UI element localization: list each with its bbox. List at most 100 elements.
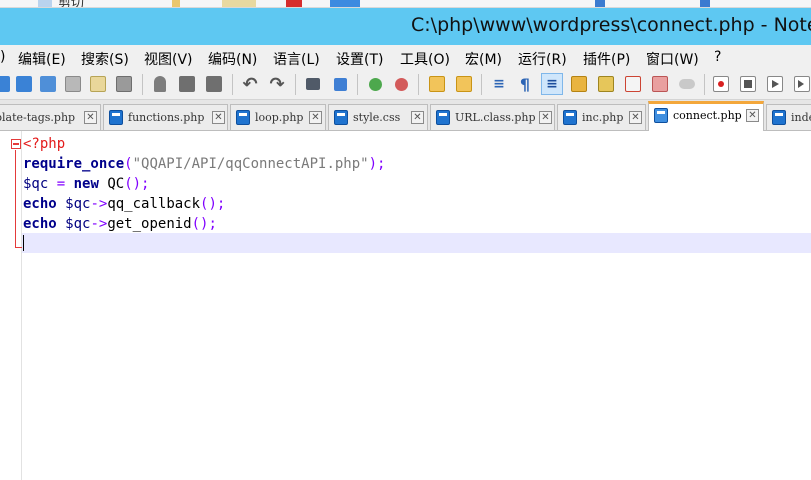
tab-label: plate-tags.php — [0, 111, 76, 124]
find-icon[interactable] — [302, 73, 324, 95]
menu-settings[interactable]: 设置(T) — [336, 49, 383, 69]
top-strip-label: 剪切 — [58, 0, 85, 8]
close-icon[interactable] — [87, 73, 109, 95]
tab-label: inc.php — [582, 111, 624, 124]
tab-functions[interactable]: functions.php ✕ — [103, 104, 228, 130]
cut-icon[interactable] — [149, 73, 171, 95]
tab-url-class[interactable]: URL.class.php ✕ — [430, 104, 555, 130]
code-line[interactable]: echo $qc->get_openid(); — [23, 214, 385, 234]
top-strip: 剪切 — [0, 0, 811, 8]
menu-language[interactable]: 语言(L) — [273, 49, 320, 69]
sync-vertical-icon[interactable] — [426, 73, 448, 95]
code-token: -> — [90, 216, 108, 232]
file-icon — [334, 110, 348, 125]
save-all-icon[interactable] — [62, 73, 84, 95]
show-all-chars-icon[interactable]: ¶ — [514, 73, 536, 95]
function-list-icon[interactable] — [622, 73, 644, 95]
zoom-in-icon[interactable] — [364, 73, 386, 95]
file-icon — [109, 110, 123, 125]
menu-help[interactable]: ? — [714, 49, 721, 65]
tab-index[interactable]: inde — [766, 104, 811, 130]
menu-view[interactable]: 视图(V) — [144, 49, 193, 69]
close-icon[interactable]: ✕ — [84, 111, 97, 124]
cut-icon — [38, 0, 52, 7]
menu-window[interactable]: 窗口(W) — [646, 49, 699, 69]
menu-search[interactable]: 搜索(S) — [81, 49, 129, 69]
code-line[interactable]: require_once("QQAPI/API/qqConnectAPI.php… — [23, 154, 385, 174]
tab-plate-tags[interactable]: plate-tags.php ✕ — [0, 104, 101, 130]
tab-style[interactable]: style.css ✕ — [328, 104, 428, 130]
monitoring-icon[interactable] — [676, 73, 698, 95]
copy-icon[interactable] — [176, 73, 198, 95]
open-icon[interactable] — [13, 73, 35, 95]
close-icon[interactable]: ✕ — [309, 111, 322, 124]
menu-macro[interactable]: 宏(M) — [465, 49, 502, 69]
document-map-icon[interactable] — [595, 73, 617, 95]
menu-edit[interactable]: 编辑(E) — [18, 49, 66, 69]
save-icon[interactable] — [37, 73, 59, 95]
close-icon[interactable]: ✕ — [746, 109, 759, 122]
window-icon — [330, 0, 360, 7]
file-icon — [563, 110, 577, 125]
indent-guide-icon[interactable]: ≡ — [541, 73, 563, 95]
stop-recording-icon[interactable] — [737, 73, 759, 95]
code-line[interactable] — [23, 234, 385, 254]
code-token: $qc — [65, 216, 91, 232]
code-token: echo — [23, 216, 57, 232]
zoom-out-icon[interactable] — [390, 73, 412, 95]
tab-loop[interactable]: loop.php ✕ — [230, 104, 326, 130]
folder-workspace-icon[interactable] — [649, 73, 671, 95]
tab-inc[interactable]: inc.php ✕ — [557, 104, 646, 130]
fold-toggle-icon[interactable] — [11, 139, 21, 149]
tab-label: URL.class.php — [455, 111, 536, 124]
close-icon[interactable]: ✕ — [212, 111, 225, 124]
code-text[interactable]: <?php require_once("QQAPI/API/qqConnectAP… — [23, 134, 385, 254]
code-token: echo — [23, 196, 57, 212]
close-icon[interactable]: ✕ — [411, 111, 424, 124]
user-language-icon[interactable] — [568, 73, 590, 95]
menu-bar: ) 编辑(E) 搜索(S) 视图(V) 编码(N) 语言(L) 设置(T) 工具… — [0, 45, 811, 70]
toolbar: ↶ ↷ ≡ ¶ ≡ — [0, 70, 811, 100]
play-multiple-icon[interactable] — [791, 73, 811, 95]
close-icon[interactable]: ✕ — [629, 111, 642, 124]
paste-icon[interactable] — [203, 73, 225, 95]
sync-horizontal-icon[interactable] — [453, 73, 475, 95]
word-wrap-icon[interactable]: ≡ — [488, 73, 510, 95]
delete-icon — [286, 0, 302, 7]
tab-connect[interactable]: connect.php ✕ — [648, 101, 764, 131]
tab-label: functions.php — [128, 111, 205, 124]
new-icon[interactable] — [0, 73, 13, 95]
tab-bar: plate-tags.php ✕ functions.php ✕ loop.ph… — [0, 100, 811, 131]
code-line[interactable]: echo $qc->qq_callback(); — [23, 194, 385, 214]
undo-icon[interactable]: ↶ — [239, 73, 261, 95]
record-macro-icon[interactable] — [710, 73, 732, 95]
redo-icon[interactable]: ↷ — [266, 73, 288, 95]
select-icon — [700, 0, 710, 7]
menu-file[interactable]: ) — [0, 49, 5, 65]
print-icon[interactable] — [113, 73, 135, 95]
paste-icon — [222, 0, 256, 7]
tab-label: connect.php — [673, 109, 742, 122]
code-token: get_openid — [107, 216, 192, 232]
code-token: $qc — [23, 176, 49, 192]
tab-label: loop.php — [255, 111, 304, 124]
replace-icon[interactable] — [329, 73, 351, 95]
code-token: qq_callback — [107, 196, 201, 212]
file-icon — [772, 110, 786, 125]
menu-tools[interactable]: 工具(O) — [400, 49, 450, 69]
code-line[interactable]: $qc = new QC(); — [23, 174, 385, 194]
code-line[interactable]: <?php — [23, 134, 385, 154]
code-token: = — [56, 176, 66, 192]
menu-run[interactable]: 运行(R) — [518, 49, 567, 69]
menu-encoding[interactable]: 编码(N) — [208, 49, 257, 69]
code-token: QC — [98, 176, 125, 192]
code-editor[interactable]: <?php require_once("QQAPI/API/qqConnectAP… — [0, 131, 811, 480]
code-token: new — [73, 176, 99, 192]
play-macro-icon[interactable] — [764, 73, 786, 95]
fold-end — [15, 247, 22, 248]
code-token: -> — [90, 196, 108, 212]
menu-plugins[interactable]: 插件(P) — [583, 49, 630, 69]
close-icon[interactable]: ✕ — [539, 111, 552, 124]
